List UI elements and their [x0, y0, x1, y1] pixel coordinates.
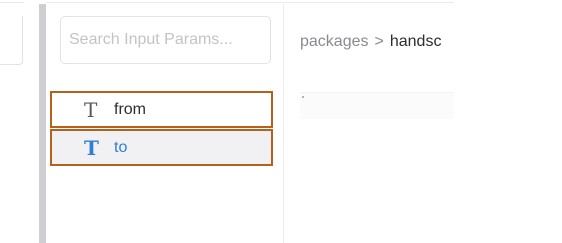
top-border: [46, 2, 454, 3]
panel-resize-handle[interactable]: [39, 4, 46, 243]
param-label-to: to: [114, 138, 128, 156]
row-marker: [302, 96, 304, 98]
input-params-panel: T from T to: [46, 4, 284, 243]
text-type-icon: T: [84, 97, 98, 122]
breadcrumb-current: handsc: [389, 33, 442, 50]
content-pane: packages > handsc: [284, 4, 454, 243]
left-panel-border: [0, 2, 24, 3]
param-label-from: from: [114, 100, 146, 118]
param-item-to[interactable]: T to: [50, 129, 273, 166]
breadcrumb-separator: >: [374, 33, 384, 50]
breadcrumb: packages > handsc: [300, 33, 441, 51]
app-window: T from T to packages > handsc: [0, 0, 562, 243]
breadcrumb-root[interactable]: packages: [300, 33, 369, 50]
param-item-from[interactable]: T from: [50, 91, 273, 128]
left-panel-fragment: [0, 0, 24, 243]
left-input-edge: [0, 16, 23, 65]
search-input-params[interactable]: [60, 16, 271, 64]
content-row: [300, 92, 454, 119]
text-type-icon: T: [84, 135, 99, 160]
